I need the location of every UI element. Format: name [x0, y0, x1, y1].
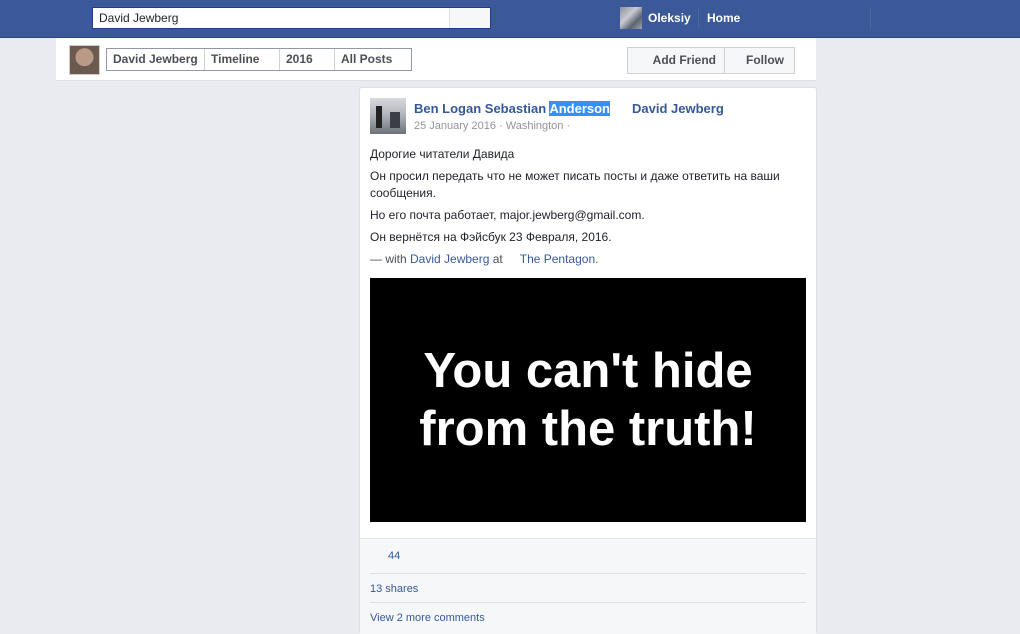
- nav-divider: [870, 8, 871, 28]
- top-navigation-bar: Oleksiy Home: [0, 0, 1020, 38]
- with-person-link[interactable]: David Jewberg: [410, 252, 489, 266]
- post-line: Дорогие читатели Давида: [370, 147, 515, 161]
- search-box[interactable]: [92, 7, 491, 29]
- add-friend-button[interactable]: Add Friend: [628, 48, 725, 73]
- with-prefix: — with: [370, 252, 411, 266]
- nav-divider: [698, 8, 699, 28]
- breadcrumb-all-posts[interactable]: All Posts: [335, 49, 411, 70]
- footer-divider: [370, 602, 806, 603]
- post-line: Он просил передать что не может писать п…: [370, 169, 780, 200]
- image-text-line: You can't hide: [423, 344, 753, 398]
- author-avatar[interactable]: [370, 98, 406, 134]
- profile-subheader: David Jewberg Timeline 2016 All Posts Ad…: [56, 38, 816, 81]
- post-date[interactable]: 25 January 2016: [414, 120, 496, 132]
- post-text: Дорогие читатели Давида Он просил переда…: [370, 146, 800, 273]
- search-button[interactable]: [449, 8, 490, 28]
- post-meta: 25 January 2016 · Washington ·: [414, 120, 570, 132]
- post-image[interactable]: You can't hide from the truth!: [370, 278, 806, 522]
- post-card: Ben Logan Sebastian Anderson David Jewbe…: [359, 87, 817, 634]
- like-count[interactable]: 44: [388, 550, 400, 562]
- user-profile-link[interactable]: Oleksiy: [648, 11, 691, 25]
- breadcrumb-year[interactable]: 2016: [280, 49, 335, 70]
- post-line: Он вернётся на Фэйсбук 23 Февраля, 2016.: [370, 230, 612, 244]
- meta-separator: ·: [495, 120, 506, 132]
- search-input[interactable]: [93, 8, 445, 28]
- author-name-selected[interactable]: Anderson: [549, 101, 610, 116]
- shares-link[interactable]: 13 shares: [370, 583, 418, 595]
- view-more-comments-link[interactable]: View 2 more comments: [370, 612, 485, 624]
- post-footer: 44 13 shares View 2 more comments: [360, 538, 816, 634]
- tagged-user-link[interactable]: David Jewberg: [632, 101, 724, 116]
- profile-avatar[interactable]: [69, 45, 100, 75]
- author-name[interactable]: Ben Logan Sebastian: [414, 101, 549, 116]
- at-word: at: [489, 252, 503, 266]
- image-text-line: from the truth!: [419, 402, 757, 456]
- post-author[interactable]: Ben Logan Sebastian Anderson: [414, 101, 610, 116]
- with-tag-line: — with David Jewberg at The Pentagon.: [370, 251, 800, 268]
- follow-button[interactable]: Follow: [725, 48, 794, 73]
- post-line: Но его почта работает, major.jewberg@gma…: [370, 208, 645, 222]
- breadcrumb-profile[interactable]: David Jewberg: [107, 49, 205, 70]
- breadcrumb-timeline[interactable]: Timeline: [205, 49, 280, 70]
- privacy-dot: ·: [563, 120, 571, 132]
- profile-actions: Add Friend Follow: [627, 47, 795, 74]
- footer-divider: [370, 573, 806, 574]
- post-image-text: You can't hide from the truth!: [419, 342, 757, 458]
- post-location[interactable]: Washington: [506, 120, 564, 132]
- place-link[interactable]: The Pentagon.: [520, 252, 599, 266]
- home-link[interactable]: Home: [707, 11, 740, 25]
- breadcrumb: David Jewberg Timeline 2016 All Posts: [106, 48, 412, 71]
- user-avatar[interactable]: [620, 7, 642, 29]
